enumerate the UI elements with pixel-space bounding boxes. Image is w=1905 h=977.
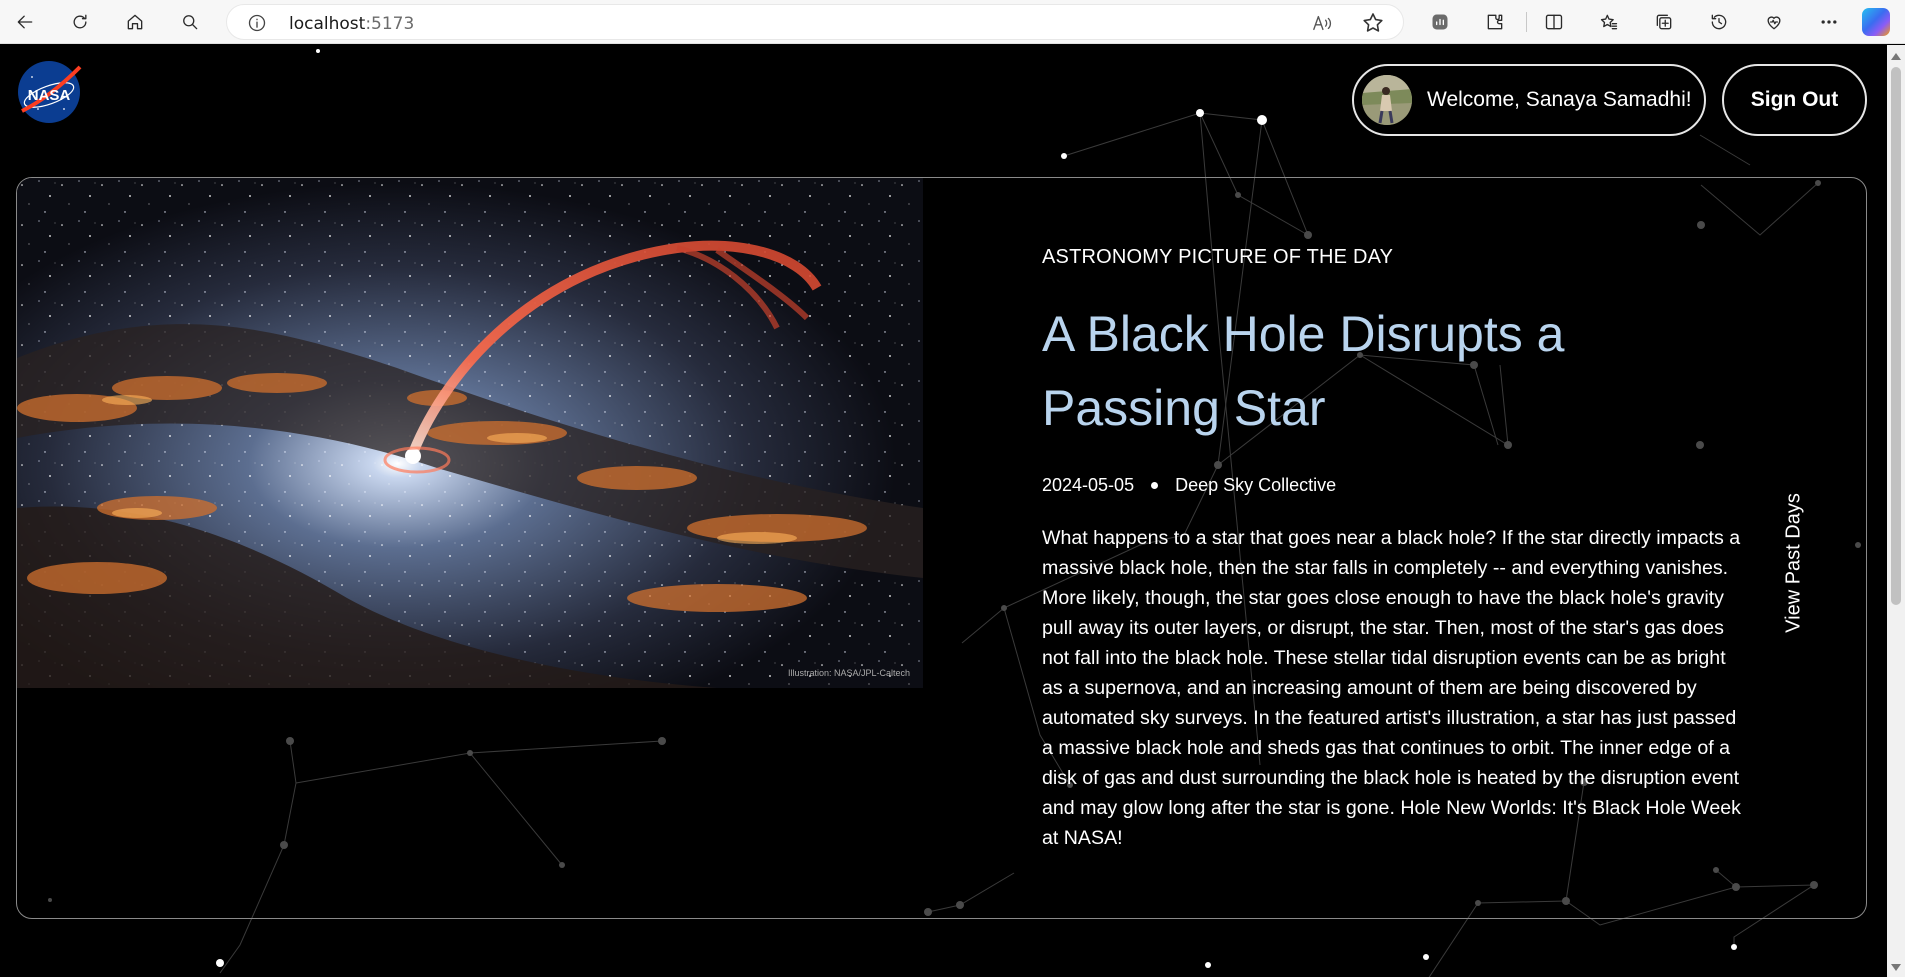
view-past-days-link[interactable]: View Past Days bbox=[1783, 493, 1806, 633]
favorites-icon[interactable] bbox=[1593, 6, 1625, 38]
apod-image[interactable] bbox=[17, 178, 923, 688]
search-icon[interactable] bbox=[174, 6, 206, 38]
address-bar[interactable]: localhost:5173 bbox=[226, 4, 1404, 40]
welcome-text: Welcome, Sanaya Samadhi! bbox=[1427, 88, 1692, 111]
page-title: A Black Hole Disrupts a Passing Star bbox=[1042, 306, 1565, 436]
nasa-logo-text: NASA bbox=[28, 87, 71, 104]
browser-essentials-icon[interactable] bbox=[1758, 6, 1790, 38]
home-icon[interactable] bbox=[119, 6, 151, 38]
scroll-down-icon[interactable] bbox=[1891, 964, 1901, 971]
sign-out-button[interactable]: Sign Out bbox=[1722, 64, 1867, 136]
apod-date: 2024-05-05 bbox=[1042, 475, 1135, 495]
apod-copyright: Deep Sky Collective bbox=[1175, 475, 1337, 495]
collections-icon[interactable] bbox=[1648, 6, 1680, 38]
welcome-pill: Welcome, Sanaya Samadhi! bbox=[1352, 64, 1706, 136]
apod-meta: 2024-05-05 Deep Sky Collective bbox=[1042, 475, 1336, 496]
extension-badge-icon[interactable] bbox=[1424, 6, 1456, 38]
meta-separator-dot bbox=[1151, 482, 1159, 489]
refresh-icon[interactable] bbox=[64, 6, 96, 38]
scrollbar-thumb[interactable] bbox=[1891, 67, 1901, 605]
avatar bbox=[1362, 75, 1412, 125]
page-viewport: NASA Welcome, Sanaya Samadhi! Sign Out I… bbox=[0, 45, 1887, 977]
browser-toolbar: localhost:5173 bbox=[0, 0, 1905, 44]
apod-explanation: What happens to a star that goes near a … bbox=[1042, 527, 1741, 849]
url-host: localhost bbox=[289, 14, 366, 34]
url-port: :5173 bbox=[365, 14, 415, 34]
nasa-logo[interactable]: NASA bbox=[16, 59, 82, 125]
back-icon[interactable] bbox=[9, 6, 41, 38]
copilot-icon[interactable] bbox=[1862, 8, 1890, 36]
read-aloud-icon[interactable] bbox=[1311, 13, 1333, 33]
url-text[interactable]: localhost:5173 bbox=[289, 14, 414, 34]
favorite-star-icon[interactable] bbox=[1361, 11, 1385, 35]
page-scrollbar[interactable] bbox=[1887, 45, 1905, 977]
apod-eyebrow: ASTRONOMY PICTURE OF THE DAY bbox=[1042, 246, 1394, 268]
history-icon[interactable] bbox=[1703, 6, 1735, 38]
split-screen-icon[interactable] bbox=[1538, 6, 1570, 38]
image-credit: Illustration: NASA/JPL-Caltech bbox=[788, 668, 911, 678]
scroll-up-icon[interactable] bbox=[1891, 53, 1901, 60]
more-options-icon[interactable] bbox=[1813, 6, 1845, 38]
toolbar-divider bbox=[1526, 12, 1527, 32]
extensions-icon[interactable] bbox=[1479, 6, 1511, 38]
site-info-icon[interactable] bbox=[247, 13, 267, 33]
